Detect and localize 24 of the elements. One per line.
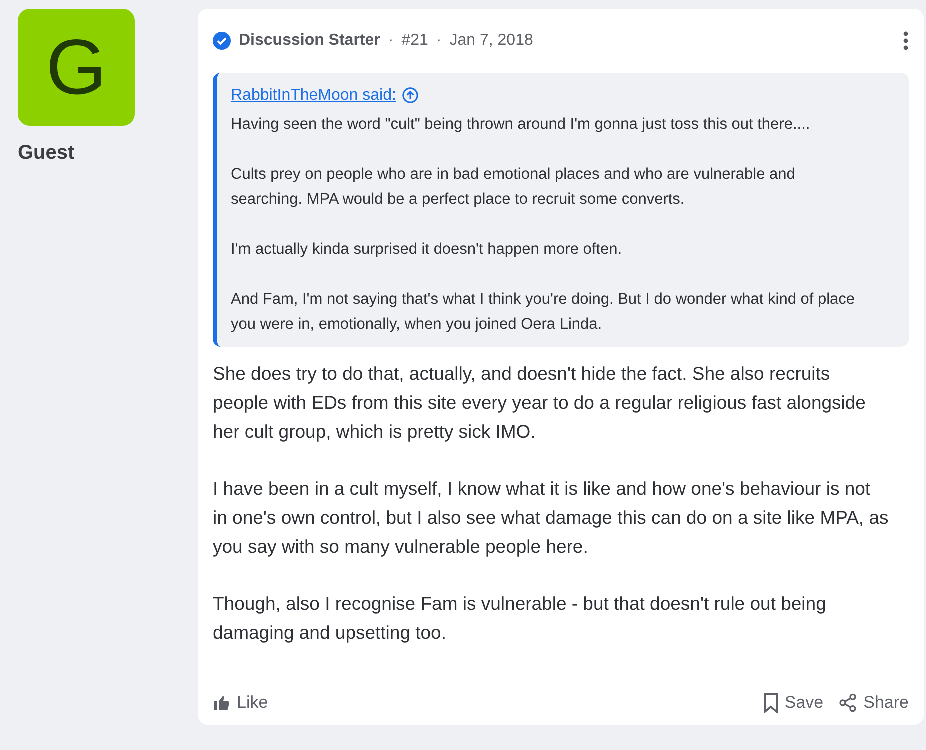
quote-paragraph: Having seen the word "cult" being thrown around I'm gonna just toss this out there.... (231, 115, 812, 135)
save-button[interactable]: Save (762, 693, 824, 713)
post-paragraph: She does try to do that, actually, and doesn't hide the fact. She also recruits people with EDs from this site every year to do a regular religious fast alongside her cult group, which is pretty sick IMO. (213, 362, 867, 444)
avatar[interactable]: G (18, 9, 135, 126)
separator-dot: · (436, 32, 442, 50)
like-button[interactable]: Like (213, 693, 268, 713)
quote-paragraph: I'm actually kinda surprised it doesn't happen more often. (231, 240, 624, 260)
post-paragraph: I have been in a cult myself, I know what it is like and how one's behaviour is not in one's own control, but I also see what damage this can do on a site like MPA, as you say with so many vulnerable people here. (213, 477, 889, 559)
thumbs-up-icon (213, 694, 231, 712)
share-button[interactable]: Share (838, 693, 909, 713)
post-number[interactable]: #21 (402, 32, 428, 50)
quote-author-link[interactable]: RabbitInTheMoon said: (231, 83, 396, 108)
share-icon (838, 693, 858, 713)
discussion-starter-label: Discussion Starter (239, 32, 380, 50)
verified-check-icon (213, 32, 231, 50)
arrow-up-circle-icon[interactable] (402, 87, 420, 104)
separator-dot: · (388, 32, 394, 50)
username: Guest (18, 142, 76, 165)
quote-paragraph: Cults prey on people who are in bad emotional places and who are vulnerable and searching. MPA would be a perfect place to recruit some converts. (231, 165, 796, 210)
more-options-icon[interactable] (903, 31, 909, 51)
bookmark-icon (762, 693, 779, 713)
post-paragraph: Though, also I recognise Fam is vulnerable - but that doesn't rule out being damaging and upsetting too. (213, 592, 828, 645)
post-date: Jan 7, 2018 (450, 32, 534, 50)
quote-paragraph: And Fam, I'm not saying that's what I think you're doing. But I do wonder what kind of place you were in, emotionally, when you joined Oera Linda. (231, 290, 856, 335)
